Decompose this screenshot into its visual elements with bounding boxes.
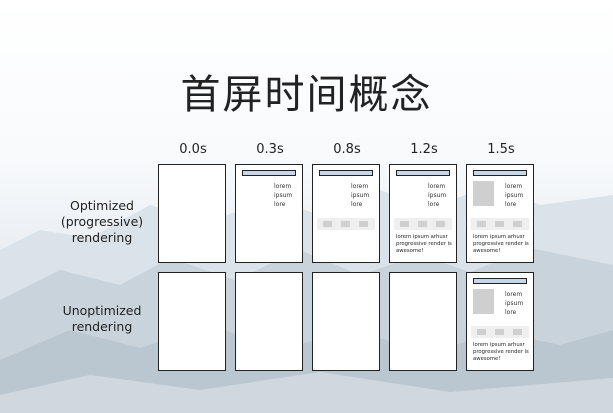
row-label-line: rendering <box>71 319 133 334</box>
row-label-unoptimized: Unoptimized rendering <box>50 303 154 335</box>
frame-optimized-4: lorem ipsum lore lorem ipsum arhusr progre… <box>466 164 534 263</box>
paragraph-text: lorem ipsum arhusr progressive render is… <box>396 234 452 255</box>
header-bar <box>473 170 527 176</box>
placeholder-button <box>513 221 522 227</box>
header-bar <box>319 170 373 176</box>
row-label-optimized: Optimized (progressive) rendering <box>50 198 154 246</box>
placeholder-button <box>477 329 486 335</box>
lorem-text: lorem ipsum lore <box>505 183 524 208</box>
placeholder-button <box>359 221 368 227</box>
time-label-1: 0.3s <box>256 142 284 157</box>
placeholder-button <box>341 221 350 227</box>
frame-optimized-1: lorem ipsum lore <box>235 164 303 263</box>
placeholder-button <box>323 221 332 227</box>
header-bar <box>473 278 527 284</box>
placeholder-button <box>495 329 504 335</box>
lorem-text: lorem ipsum lore <box>351 183 370 208</box>
header-bar <box>242 170 296 176</box>
frame-unoptimized-1 <box>235 272 303 371</box>
frame-unoptimized-4: lorem ipsum lore lorem ipsum arhusr progre… <box>466 272 534 371</box>
frame-optimized-3: lorem ipsum lore lorem ipsum arhusr progre… <box>389 164 457 263</box>
placeholder-button <box>400 221 409 227</box>
frame-optimized-2: lorem ipsum lore <box>312 164 380 263</box>
row-label-line: Optimized <box>70 198 134 213</box>
lorem-text: lorem ipsum lore <box>505 291 524 316</box>
time-label-2: 0.8s <box>333 142 361 157</box>
time-label-0: 0.0s <box>179 142 207 157</box>
lorem-text: lorem ipsum lore <box>274 183 293 208</box>
paragraph-text: lorem ipsum arhusr progressive render is… <box>473 234 529 255</box>
slide: 首屏时间概念 0.0s 0.3s 0.8s 1.2s 1.5s Optimize… <box>0 0 613 413</box>
image-placeholder <box>473 181 494 206</box>
frame-unoptimized-2 <box>312 272 380 371</box>
paragraph-text: lorem ipsum arhusr progressive render is… <box>473 342 529 363</box>
frame-unoptimized-3 <box>389 272 457 371</box>
time-label-4: 1.5s <box>487 142 515 157</box>
header-bar <box>396 170 450 176</box>
placeholder-button <box>477 221 486 227</box>
slide-title: 首屏时间概念 <box>180 72 433 118</box>
frame-optimized-0 <box>158 164 226 263</box>
row-label-line: (progressive) <box>60 214 144 229</box>
placeholder-button <box>436 221 445 227</box>
placeholder-button <box>418 221 427 227</box>
frame-unoptimized-0 <box>158 272 226 371</box>
lorem-text: lorem ipsum lore <box>428 183 447 208</box>
image-placeholder <box>473 289 494 314</box>
row-label-line: Unoptimized <box>62 303 142 318</box>
placeholder-button <box>495 221 504 227</box>
row-label-line: rendering <box>71 230 133 245</box>
time-label-3: 1.2s <box>410 142 438 157</box>
placeholder-button <box>513 329 522 335</box>
